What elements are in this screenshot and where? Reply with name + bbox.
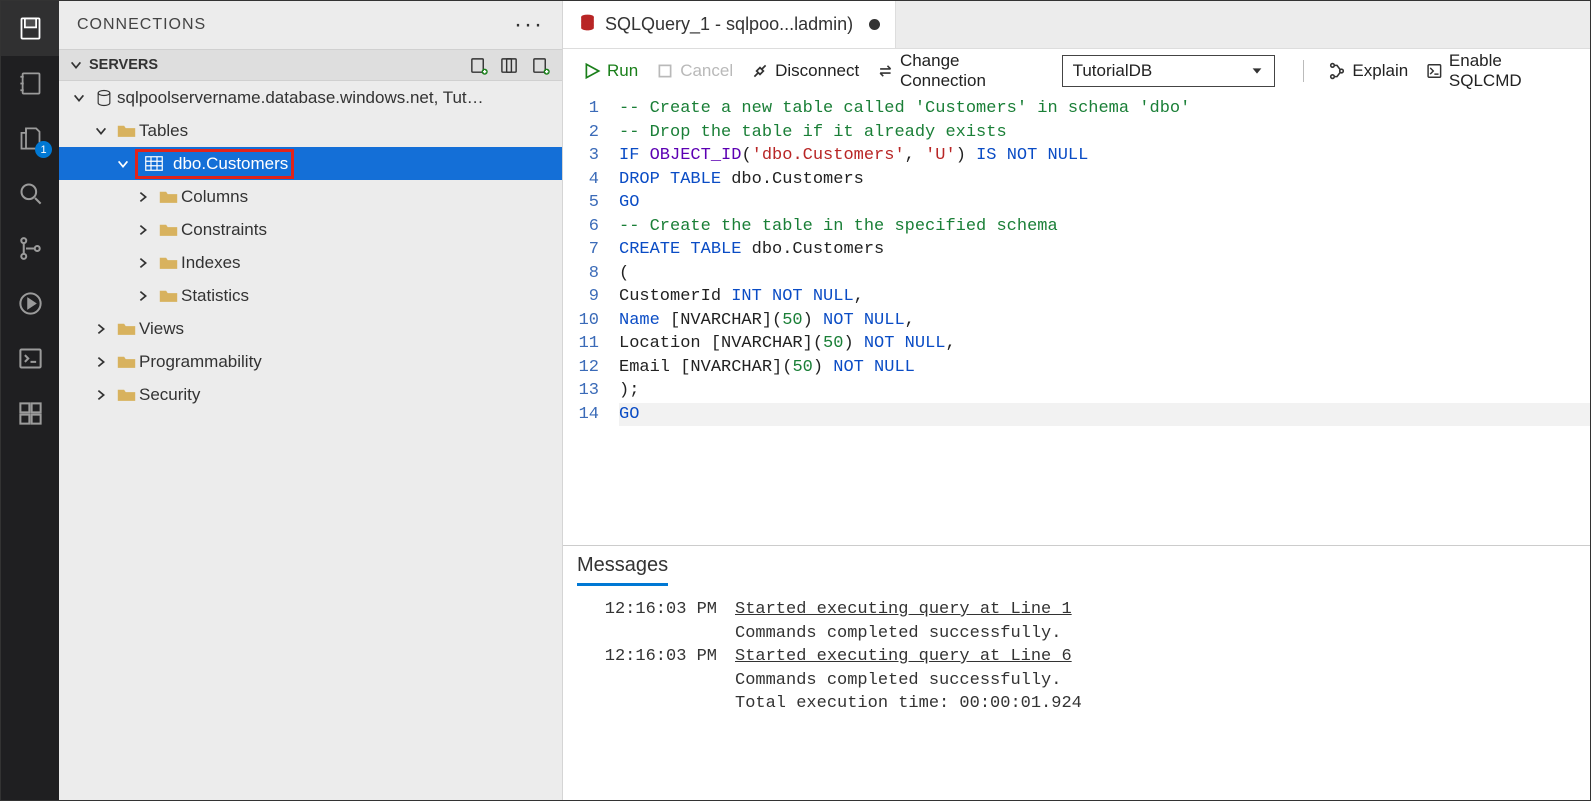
servers-label: SERVERS (89, 57, 158, 73)
enable-sqlcmd-button[interactable]: Enable SQLCMD (1422, 49, 1574, 93)
cancel-label: Cancel (680, 61, 733, 81)
server-icon (91, 88, 117, 108)
activity-terminal-icon[interactable] (1, 331, 59, 386)
activity-extensions-icon[interactable] (1, 386, 59, 441)
activity-bar: 1 (1, 1, 59, 800)
views-label: Views (139, 319, 184, 339)
folder-icon (113, 321, 139, 336)
statistics-node[interactable]: Statistics (59, 279, 562, 312)
explain-button[interactable]: Explain (1324, 59, 1412, 83)
constraints-node[interactable]: Constraints (59, 213, 562, 246)
messages-body: 12:16:03 PMStarted executing query at Li… (563, 586, 1590, 728)
messages-pane: Messages 12:16:03 PMStarted executing qu… (563, 545, 1590, 800)
folder-icon (155, 288, 181, 303)
activity-badge: 1 (35, 141, 52, 158)
table-customers-node[interactable]: dbo.Customers (59, 147, 562, 180)
database-select-value: TutorialDB (1073, 61, 1153, 81)
server-tree: sqlpoolservername.database.windows.net, … (59, 81, 562, 800)
tab-bar: SQLQuery_1 - sqlpoo...ladmin) (563, 1, 1590, 49)
tables-label: Tables (139, 121, 188, 141)
code-editor[interactable]: 1234567891011121314 -- Create a new tabl… (563, 93, 1590, 545)
query-action-bar: Run Cancel Disconnect Change Connection … (563, 49, 1590, 93)
panel-title: CONNECTIONS (77, 16, 206, 34)
new-query-icon[interactable] (531, 56, 550, 75)
programmability-label: Programmability (139, 352, 262, 372)
folder-icon (113, 123, 139, 138)
tab-title: SQLQuery_1 - sqlpoo...ladmin) (605, 14, 853, 35)
run-button[interactable]: Run (579, 59, 642, 83)
activity-explorer-icon[interactable]: 1 (1, 111, 59, 166)
server-node[interactable]: sqlpoolservername.database.windows.net, … (59, 81, 562, 114)
folder-icon (113, 354, 139, 369)
indexes-node[interactable]: Indexes (59, 246, 562, 279)
editor-area: SQLQuery_1 - sqlpoo...ladmin) Run Cancel… (563, 1, 1590, 800)
sqlcmd-label: Enable SQLCMD (1449, 51, 1570, 91)
activity-notebook-icon[interactable] (1, 56, 59, 111)
disconnect-label: Disconnect (775, 61, 859, 81)
activity-connections-icon[interactable] (1, 1, 59, 56)
new-connection-icon[interactable] (469, 56, 488, 75)
line-gutter: 1234567891011121314 (563, 97, 611, 545)
folder-icon (155, 222, 181, 237)
folder-icon (155, 189, 181, 204)
table-icon (141, 156, 167, 171)
cancel-button[interactable]: Cancel (652, 59, 737, 83)
columns-label: Columns (181, 187, 248, 207)
security-node[interactable]: Security (59, 378, 562, 411)
panel-more-icon[interactable]: ··· (514, 11, 544, 39)
columns-node[interactable]: Columns (59, 180, 562, 213)
folder-icon (155, 255, 181, 270)
disconnect-button[interactable]: Disconnect (747, 59, 863, 83)
activity-search-icon[interactable] (1, 166, 59, 221)
run-label: Run (607, 61, 638, 81)
constraints-label: Constraints (181, 220, 267, 240)
query-tab[interactable]: SQLQuery_1 - sqlpoo...ladmin) (563, 1, 896, 48)
programmability-node[interactable]: Programmability (59, 345, 562, 378)
statistics-label: Statistics (181, 286, 249, 306)
code-content[interactable]: -- Create a new table called 'Customers'… (611, 97, 1590, 545)
server-label: sqlpoolservername.database.windows.net, … (117, 88, 487, 108)
change-connection-button[interactable]: Change Connection (873, 49, 1043, 93)
table-customers-label: dbo.Customers (173, 154, 288, 174)
chevron-down-icon (1250, 64, 1264, 78)
modified-indicator-icon (869, 19, 880, 30)
tables-node[interactable]: Tables (59, 114, 562, 147)
folder-icon (113, 387, 139, 402)
security-label: Security (139, 385, 200, 405)
highlight-box: dbo.Customers (135, 149, 294, 179)
servers-section-header[interactable]: SERVERS (59, 49, 562, 81)
messages-tab[interactable]: Messages (577, 554, 668, 586)
activity-source-control-icon[interactable] (1, 221, 59, 276)
activity-debug-icon[interactable] (1, 276, 59, 331)
new-group-icon[interactable] (500, 56, 519, 75)
divider (1303, 60, 1304, 82)
explain-label: Explain (1352, 61, 1408, 81)
database-icon (578, 13, 597, 37)
change-connection-label: Change Connection (900, 51, 1040, 91)
views-node[interactable]: Views (59, 312, 562, 345)
database-select[interactable]: TutorialDB (1062, 55, 1276, 87)
indexes-label: Indexes (181, 253, 241, 273)
connections-panel: CONNECTIONS ··· SERVERS sqlpoolservernam… (59, 1, 563, 800)
